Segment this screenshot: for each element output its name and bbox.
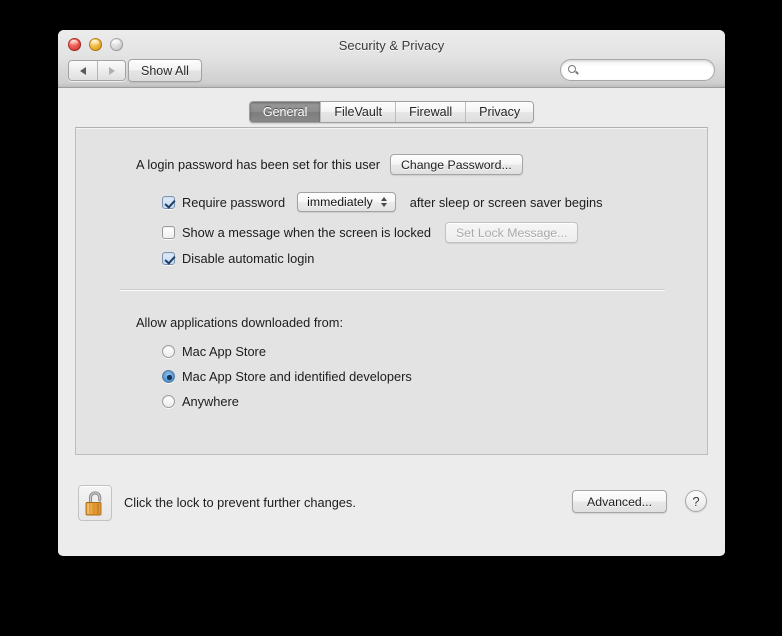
stepper-updown-icon — [381, 197, 392, 207]
require-password-interval-value: immediately — [307, 195, 381, 209]
triangle-left-icon — [80, 67, 86, 75]
lock-hint-text: Click the lock to prevent further change… — [124, 495, 356, 510]
tab-general[interactable]: General — [250, 102, 320, 122]
radio-option-identified-developers[interactable]: Mac App Store and identified developers — [162, 369, 412, 384]
lock-button[interactable] — [78, 485, 112, 521]
radio-label-mac-app-store: Mac App Store — [182, 344, 266, 359]
require-password-suffix-label: after sleep or screen saver begins — [410, 195, 603, 210]
search-icon — [568, 65, 579, 76]
set-lock-message-button[interactable]: Set Lock Message... — [445, 222, 578, 243]
navigation-segmented-control — [68, 60, 126, 81]
show-lock-message-label: Show a message when the screen is locked — [182, 225, 431, 240]
show-all-button[interactable]: Show All — [128, 59, 202, 82]
login-password-row: A login password has been set for this u… — [136, 154, 523, 175]
radio-identified-developers[interactable] — [162, 370, 175, 383]
window-title: Security & Privacy — [58, 38, 725, 53]
disable-auto-login-label: Disable automatic login — [182, 251, 314, 266]
radio-label-anywhere: Anywhere — [182, 394, 239, 409]
search-input[interactable] — [584, 62, 704, 78]
require-password-row: Require password immediately after sleep… — [162, 192, 603, 212]
tab-filevault[interactable]: FileVault — [320, 102, 395, 122]
search-field[interactable] — [560, 59, 715, 81]
require-password-label: Require password — [182, 195, 285, 210]
radio-label-identified-developers: Mac App Store and identified developers — [182, 369, 412, 384]
download-section-heading: Allow applications downloaded from: — [136, 315, 343, 330]
section-divider — [120, 289, 665, 290]
unlocked-padlock-icon — [83, 489, 109, 519]
tab-bar: General FileVault Firewall Privacy — [58, 101, 725, 123]
radio-option-anywhere[interactable]: Anywhere — [162, 394, 239, 409]
tab-firewall[interactable]: Firewall — [395, 102, 465, 122]
show-lock-message-checkbox[interactable] — [162, 226, 175, 239]
require-password-checkbox[interactable] — [162, 196, 175, 209]
triangle-right-icon — [109, 67, 115, 75]
login-password-status: A login password has been set for this u… — [136, 157, 380, 172]
help-button[interactable]: ? — [685, 490, 707, 512]
require-password-interval-popup[interactable]: immediately — [297, 192, 396, 212]
window-bottom-bar: Click the lock to prevent further change… — [58, 473, 725, 555]
forward-button[interactable] — [97, 61, 125, 80]
disable-auto-login-checkbox[interactable] — [162, 252, 175, 265]
window-body: General FileVault Firewall Privacy A log… — [58, 88, 725, 555]
general-settings-panel: A login password has been set for this u… — [75, 127, 708, 455]
security-privacy-window: Security & Privacy Show All General File… — [58, 30, 725, 556]
advanced-button[interactable]: Advanced... — [572, 490, 667, 513]
screen: Security & Privacy Show All General File… — [0, 0, 782, 636]
lock-message-row: Show a message when the screen is locked… — [162, 222, 578, 243]
radio-option-mac-app-store[interactable]: Mac App Store — [162, 344, 266, 359]
radio-anywhere[interactable] — [162, 395, 175, 408]
change-password-button[interactable]: Change Password... — [390, 154, 523, 175]
disable-auto-login-row: Disable automatic login — [162, 251, 314, 266]
window-titlebar: Security & Privacy Show All — [58, 30, 725, 88]
back-button[interactable] — [69, 61, 97, 80]
tab-privacy[interactable]: Privacy — [465, 102, 533, 122]
radio-mac-app-store[interactable] — [162, 345, 175, 358]
